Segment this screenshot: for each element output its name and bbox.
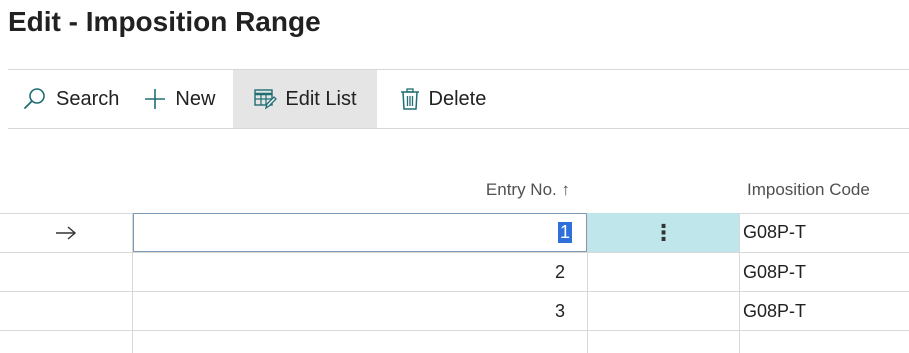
row-selector[interactable] (0, 253, 132, 292)
table-row[interactable]: 1 ⋮ G08P-T (0, 213, 909, 252)
row-menu-button[interactable]: ⋮ (588, 213, 739, 252)
entry-no-cell[interactable]: 3 (133, 292, 587, 331)
delete-button[interactable]: Delete (377, 70, 499, 128)
column-header-imposition-code[interactable]: Imposition Code (747, 180, 870, 200)
search-icon (22, 86, 48, 112)
entry-no-cell[interactable]: 2 (133, 253, 587, 292)
imposition-code-cell[interactable]: G08P-T (743, 292, 909, 331)
imposition-code-cell[interactable]: G08P-T (743, 213, 909, 252)
table-row[interactable]: 2 G08P-T (0, 253, 909, 292)
search-button-label: Search (56, 87, 120, 110)
action-toolbar: Search New Edit List Delete (8, 70, 909, 128)
row-menu-area[interactable] (588, 292, 739, 331)
page-title: Edit - Imposition Range (8, 6, 321, 37)
edit-list-icon (253, 87, 278, 111)
imposition-code-cell[interactable]: G08P-T (743, 253, 909, 292)
column-header-entry-no[interactable]: Entry No. ↑ (486, 180, 570, 200)
row-selector[interactable] (0, 292, 132, 331)
edit-list-button[interactable]: Edit List (233, 70, 377, 128)
delete-button-label: Delete (428, 87, 487, 110)
plus-icon (143, 87, 167, 111)
new-button[interactable]: New (131, 70, 233, 128)
table-row[interactable]: 3 G08P-T (0, 292, 909, 331)
row-menu-area[interactable] (588, 253, 739, 292)
new-button-label: New (175, 87, 216, 110)
data-grid: 1 ⋮ G08P-T 2 G08P-T 3 G08P-T (0, 213, 909, 353)
edit-list-button-label: Edit List (285, 87, 357, 110)
current-row-arrow-icon (0, 213, 132, 252)
entry-no-cell[interactable]: 1 (133, 213, 587, 252)
page: Edit - Imposition Range Search New Edit … (0, 0, 909, 353)
entry-no-value[interactable]: 1 (557, 222, 572, 243)
search-button[interactable]: Search (8, 70, 131, 128)
trash-icon (399, 87, 421, 111)
toolbar-bottom-divider (8, 128, 909, 129)
